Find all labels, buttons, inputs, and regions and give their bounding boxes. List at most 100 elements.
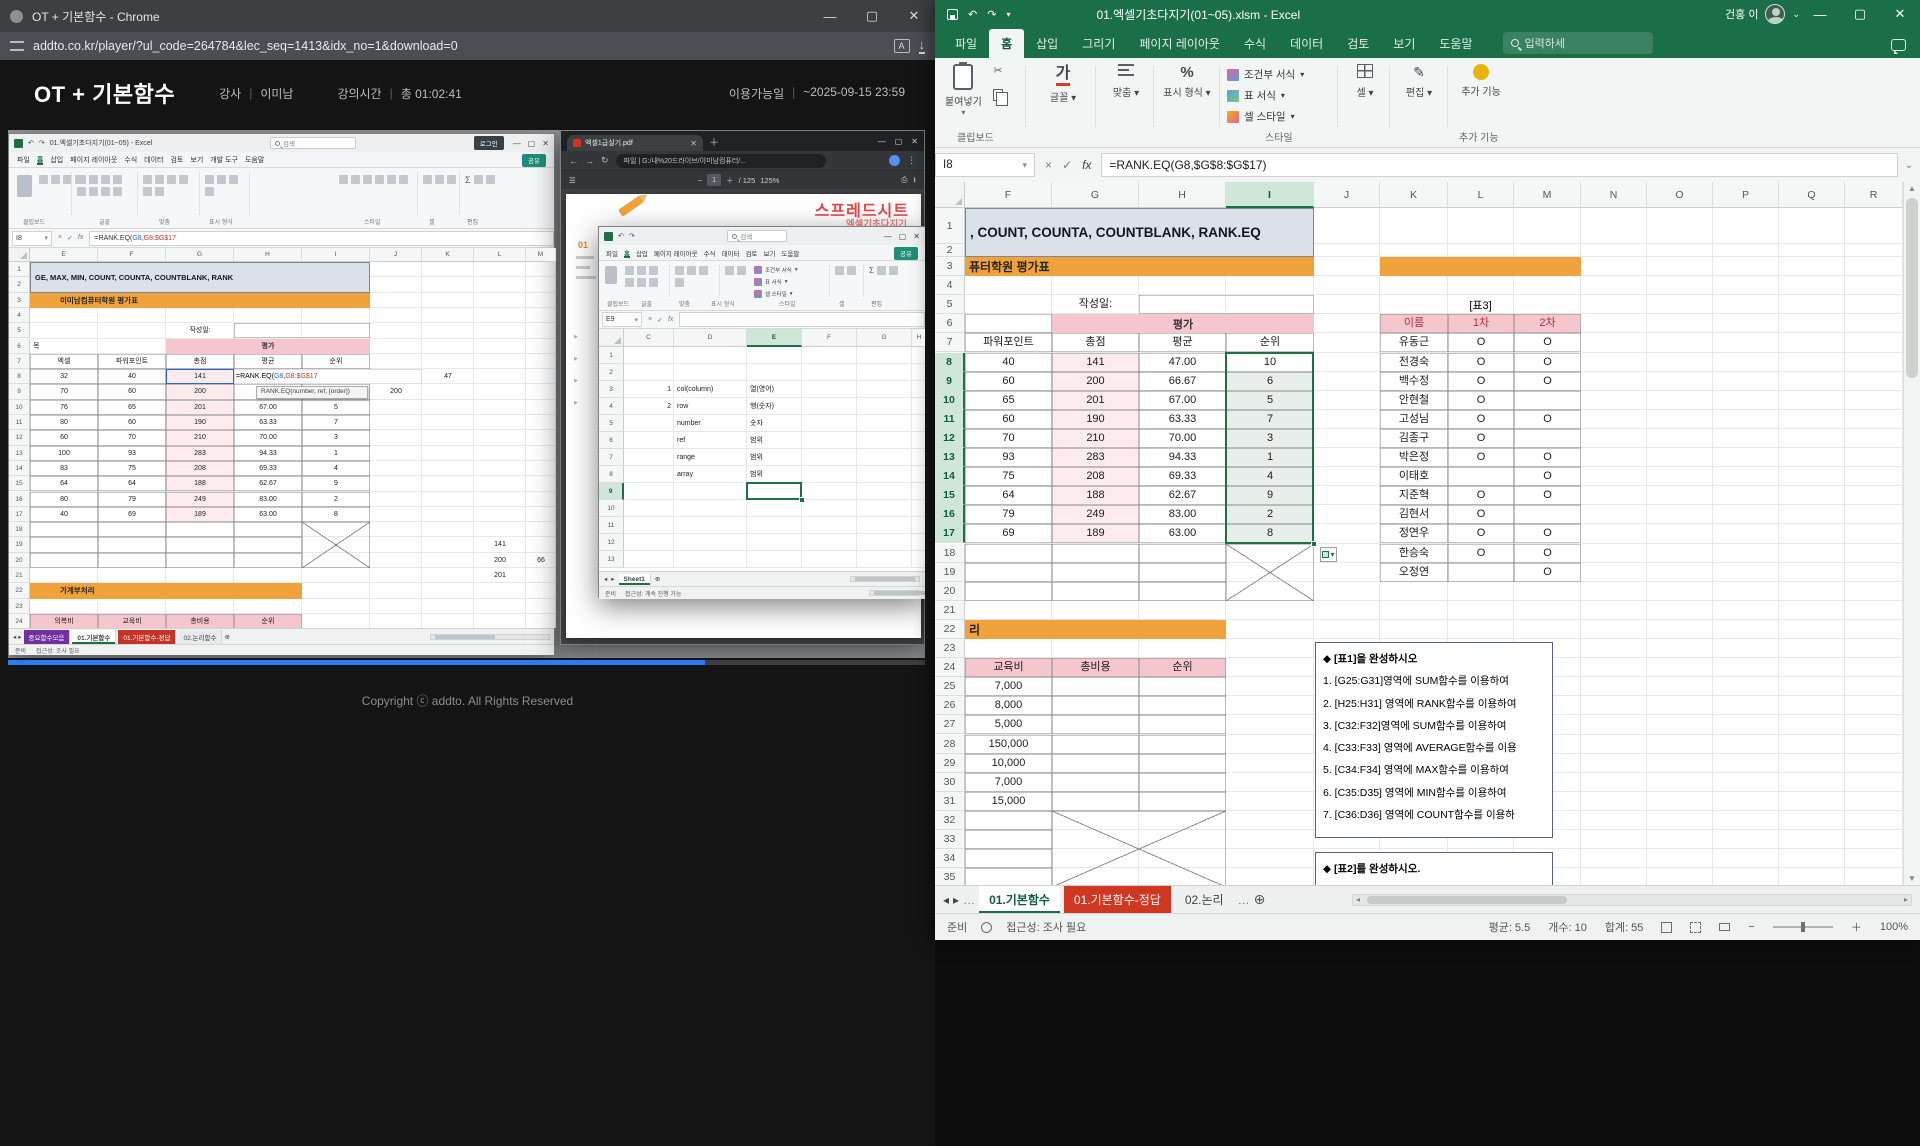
zoom-in-icon[interactable]: ＋: [1851, 919, 1862, 935]
date-cell[interactable]: [1139, 295, 1314, 314]
row-header[interactable]: 17: [9, 507, 30, 522]
sheet-nav-right-icon[interactable]: ▸: [953, 893, 959, 907]
row-header[interactable]: 5: [9, 323, 30, 338]
cell[interactable]: [166, 537, 234, 552]
sheet-tab-active[interactable]: Sheet1: [619, 574, 651, 585]
formula-bar[interactable]: =RANK.EQ(G8,$G$8:$G$17): [1101, 153, 1898, 177]
crossed-cell[interactable]: [1226, 544, 1314, 601]
ribbon-tab[interactable]: 도움말: [781, 248, 799, 258]
cell[interactable]: 200: [474, 553, 526, 568]
menu-icon[interactable]: ⋮: [907, 155, 916, 166]
ribbon-tab[interactable]: 데이터: [1278, 29, 1335, 58]
column-header[interactable]: G: [857, 329, 912, 347]
row-header[interactable]: 3: [599, 381, 624, 398]
row-header[interactable]: 31: [935, 792, 965, 811]
address-bar[interactable]: addto.co.kr/player/?ul_code=264784&lec_s…: [33, 39, 885, 53]
cell[interactable]: 2: [1226, 505, 1314, 524]
editing-group-button[interactable]: ✎ 편집 ▾: [1395, 64, 1443, 99]
ribbon-tab[interactable]: 홈: [989, 29, 1024, 58]
cell[interactable]: 행(숫자): [747, 398, 802, 415]
ribbon-tab[interactable]: 수식: [1232, 29, 1278, 58]
cell[interactable]: [1052, 773, 1139, 792]
cell[interactable]: 7,000: [965, 677, 1052, 696]
cell[interactable]: O: [1448, 372, 1514, 391]
cell[interactable]: 75: [965, 467, 1052, 486]
cell[interactable]: 이태호: [1380, 467, 1448, 486]
scrollbar-thumb[interactable]: [1906, 198, 1918, 378]
ribbon-tab[interactable]: 데이터: [144, 155, 163, 165]
zoom-slider[interactable]: [869, 590, 919, 596]
row-header[interactable]: 11: [935, 410, 965, 429]
row-header[interactable]: 6: [9, 339, 30, 354]
cell[interactable]: [30, 537, 98, 552]
column-header[interactable]: R: [1845, 182, 1903, 208]
cell[interactable]: 83.00: [234, 492, 302, 507]
maximize-icon[interactable]: ▢: [899, 232, 907, 241]
horizontal-scrollbar[interactable]: ◂ ▸: [1352, 894, 1912, 906]
cell[interactable]: 9: [1226, 486, 1314, 505]
row-header[interactable]: 7: [935, 333, 965, 352]
cell[interactable]: 70: [98, 430, 166, 445]
cell[interactable]: 188: [1052, 486, 1139, 505]
cell[interactable]: 189: [166, 507, 234, 522]
row-header[interactable]: 15: [9, 476, 30, 491]
cell[interactable]: [1052, 735, 1139, 754]
paste-button[interactable]: [17, 175, 32, 197]
video-player[interactable]: ↶ ↷ 01.엑셀기초다지기(01~05) - Excel 검색 로그인 —▢✕…: [8, 130, 925, 658]
cell[interactable]: 순위: [1139, 658, 1226, 677]
cell[interactable]: 70.00: [1139, 429, 1226, 448]
cut-icon[interactable]: ✂: [993, 64, 1002, 77]
column-header[interactable]: H: [234, 248, 302, 262]
formula-range-highlight[interactable]: [166, 369, 234, 384]
cell[interactable]: 93: [965, 448, 1052, 467]
cell[interactable]: [30, 522, 98, 537]
font-group-button[interactable]: 가 글꼴 ▾: [1035, 64, 1091, 104]
cell[interactable]: 6: [1226, 372, 1314, 391]
cell[interactable]: 208: [166, 461, 234, 476]
cell[interactable]: O: [1514, 372, 1581, 391]
cell[interactable]: 순위: [1226, 333, 1314, 352]
ribbon-tab[interactable]: 홈: [37, 155, 43, 165]
search-box[interactable]: 검색: [727, 230, 787, 242]
sheet-tab[interactable]: 중요함수모음: [24, 630, 71, 644]
scroll-down-icon[interactable]: ▼: [1908, 874, 1916, 883]
name-box[interactable]: I8▾: [935, 153, 1035, 177]
enter-icon[interactable]: ✓: [1062, 158, 1072, 172]
row-header[interactable]: 12: [599, 534, 624, 551]
cell[interactable]: 안현철: [1380, 391, 1448, 410]
name-box[interactable]: E9▾: [602, 312, 642, 327]
user-avatar[interactable]: [1765, 4, 1785, 24]
cell[interactable]: 83: [30, 461, 98, 476]
cell[interactable]: 47: [422, 369, 474, 384]
spreadsheet-grid[interactable]: , COUNT, COUNTA, COUNTBLANK, RANK.EQ퓨터학원…: [935, 182, 1903, 885]
cell[interactable]: 5: [302, 400, 370, 415]
undo-icon[interactable]: ↶: [28, 139, 34, 147]
cell[interactable]: 47.00: [1139, 353, 1226, 372]
cell[interactable]: [30, 553, 98, 568]
row-header[interactable]: 6: [599, 432, 624, 449]
cell[interactable]: [1514, 429, 1581, 448]
ribbon-tab[interactable]: 보기: [190, 155, 203, 165]
print-icon[interactable]: ⎙: [901, 175, 907, 185]
scroll-left-icon[interactable]: ◂: [1356, 895, 1360, 904]
row-header[interactable]: 35: [935, 868, 965, 885]
row-header[interactable]: 5: [935, 295, 965, 314]
cell[interactable]: [166, 553, 234, 568]
row-header[interactable]: 19: [9, 537, 30, 552]
cell[interactable]: [1139, 792, 1226, 811]
sheet-tab[interactable]: 01.기본함수-정답: [1064, 886, 1171, 913]
page-layout-view-icon[interactable]: [1690, 922, 1701, 933]
ribbon-tab[interactable]: 데이터: [722, 248, 740, 258]
ribbon-tab[interactable]: 파일: [17, 155, 30, 165]
row-header[interactable]: 10: [935, 391, 965, 410]
cancel-icon[interactable]: ×: [58, 234, 62, 242]
cell[interactable]: 67.00: [1139, 391, 1226, 410]
cell[interactable]: 4: [302, 461, 370, 476]
row-header[interactable]: 2: [599, 364, 624, 381]
column-header[interactable]: L: [474, 248, 526, 262]
cell[interactable]: [965, 811, 1052, 830]
cell[interactable]: O: [1448, 505, 1514, 524]
cell[interactable]: O: [1514, 467, 1581, 486]
sheet-nav-left-icon[interactable]: ◂: [604, 575, 607, 583]
row-header[interactable]: 6: [935, 314, 965, 333]
